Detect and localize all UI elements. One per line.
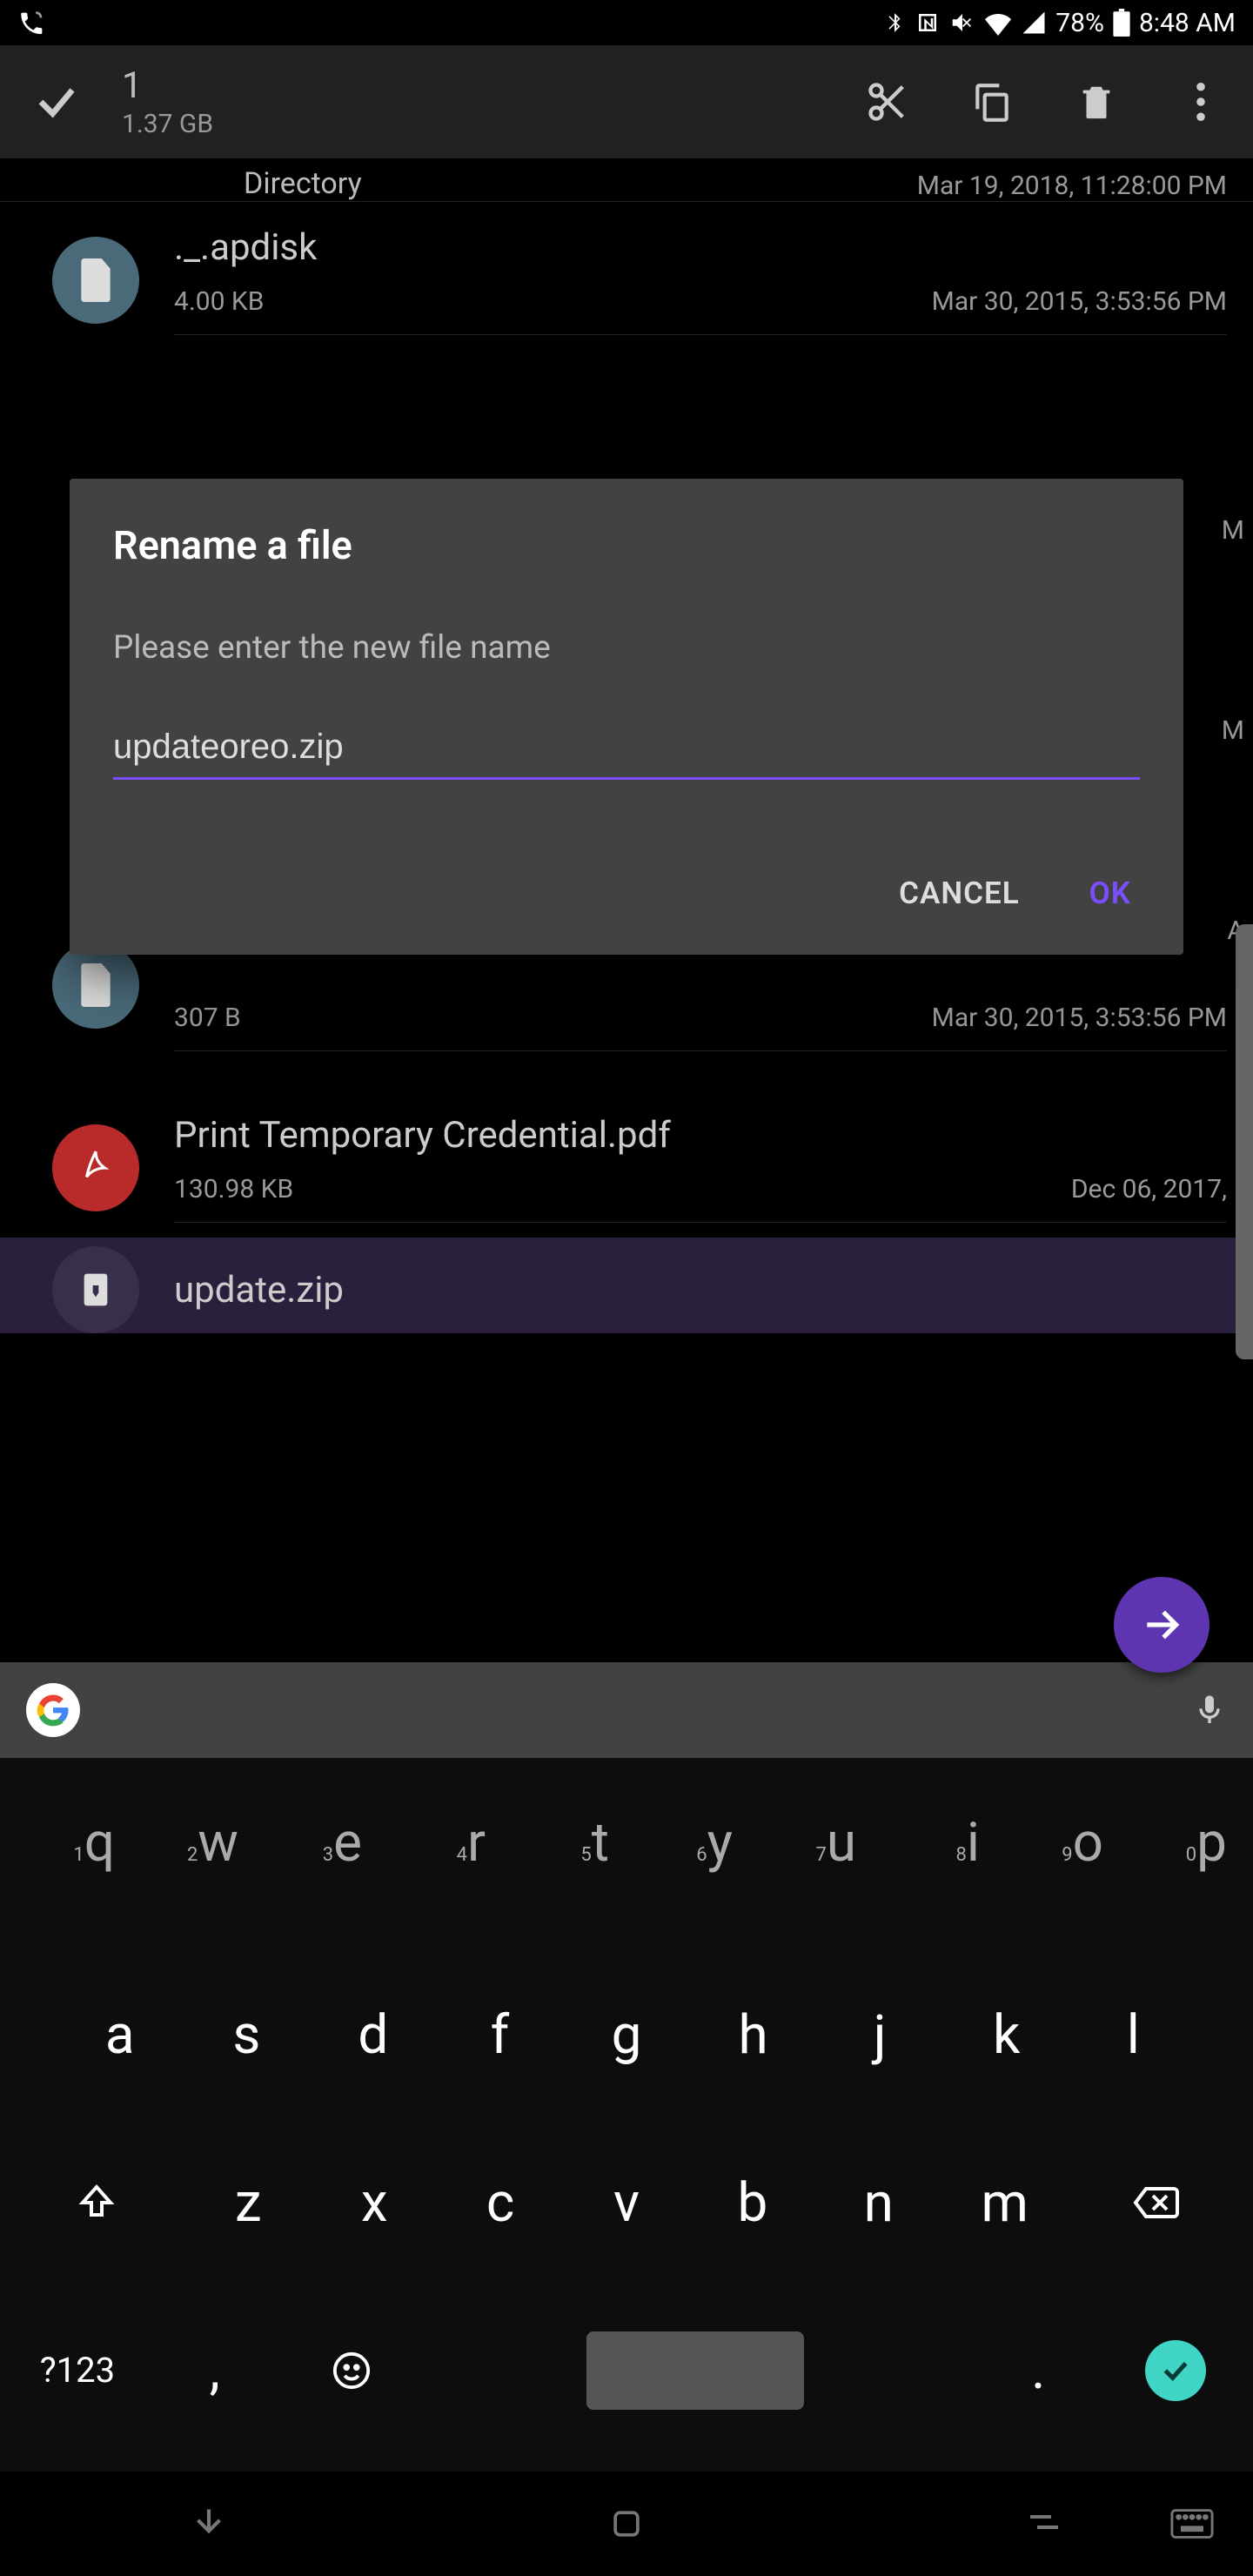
nfc-icon	[915, 10, 941, 36]
key-c[interactable]: c	[438, 2142, 564, 2264]
status-bar: 78% 8:48 AM	[0, 0, 1253, 45]
key-m[interactable]: m	[941, 2142, 1068, 2264]
rename-dialog: Rename a file Please enter the new file …	[70, 479, 1183, 955]
wifi-call-icon	[17, 8, 47, 37]
rename-input[interactable]	[113, 728, 1140, 767]
symbols-key[interactable]: ?123	[9, 2310, 146, 2432]
file-row-selected[interactable]: update.zip	[0, 1238, 1253, 1333]
key-w[interactable]: 2w	[132, 1807, 256, 1929]
file-size: 4.00 KB	[174, 286, 264, 317]
soft-keyboard[interactable]: 1q2w3e4r5t6y7u8i9o0p asdfghjkl zxcvbnm ?…	[0, 1758, 1253, 2472]
cut-button[interactable]	[861, 76, 914, 128]
file-date: Mar 30, 2015, 3:53:56 PM	[932, 1003, 1227, 1033]
key-n[interactable]: n	[815, 2142, 941, 2264]
key-r[interactable]: 4r	[379, 1807, 503, 1929]
file-name: Print Temporary Credential.pdf	[174, 1114, 1227, 1157]
cancel-button[interactable]: CANCEL	[890, 858, 1029, 929]
file-row[interactable]: ._.apdisk 4.00 KB Mar 30, 2015, 3:53:56 …	[0, 202, 1253, 350]
key-o[interactable]: 9o	[997, 1807, 1121, 1929]
file-name: update.zip	[174, 1269, 1227, 1311]
enter-key[interactable]	[1107, 2310, 1244, 2432]
bluetooth-icon	[883, 10, 906, 36]
comma-key[interactable]: ,	[146, 2310, 284, 2432]
file-icon	[52, 237, 139, 324]
selection-count: 1	[122, 64, 861, 107]
file-row[interactable]: Print Temporary Credential.pdf 130.98 KB…	[0, 1090, 1253, 1238]
copy-button[interactable]	[966, 76, 1018, 128]
dialog-message: Please enter the new file name	[113, 629, 1140, 667]
scrollbar-thumb[interactable]	[1236, 924, 1253, 1359]
key-k[interactable]: k	[943, 1975, 1070, 2096]
file-size: 130.98 KB	[174, 1174, 293, 1204]
mute-icon	[949, 10, 975, 36]
pdf-icon	[52, 1124, 139, 1211]
file-size: 307 B	[174, 1003, 241, 1033]
file-date: Mar 30, 2015, 3:53:56 PM	[932, 286, 1227, 317]
selection-size: 1.37 GB	[122, 109, 861, 139]
battery-icon	[1113, 9, 1130, 37]
home-button[interactable]	[592, 2502, 661, 2546]
key-y[interactable]: 6y	[626, 1807, 750, 1929]
clock-text: 8:48 AM	[1139, 8, 1236, 38]
key-g[interactable]: g	[563, 1975, 690, 2096]
key-f[interactable]: f	[437, 1975, 564, 2096]
emoji-key[interactable]	[284, 2310, 421, 2432]
backspace-key[interactable]	[1068, 2142, 1244, 2264]
battery-text: 78%	[1055, 8, 1104, 38]
navigation-bar	[0, 2472, 1253, 2576]
key-h[interactable]: h	[690, 1975, 817, 2096]
key-q[interactable]: 1q	[9, 1807, 132, 1929]
key-t[interactable]: 5t	[503, 1807, 626, 1929]
shift-key[interactable]	[9, 2142, 185, 2264]
archive-icon	[52, 1246, 139, 1333]
mic-icon[interactable]	[1192, 1689, 1227, 1731]
key-s[interactable]: s	[184, 1975, 311, 2096]
google-icon[interactable]	[26, 1683, 80, 1737]
fab-goto-button[interactable]	[1114, 1577, 1209, 1673]
key-j[interactable]: j	[816, 1975, 943, 2096]
hide-keyboard-button[interactable]	[174, 2502, 244, 2546]
key-v[interactable]: v	[564, 2142, 690, 2264]
key-b[interactable]: b	[689, 2142, 815, 2264]
file-row-partial[interactable]: Directory Mar 19, 2018, 11:28:00 PM	[0, 158, 1253, 202]
key-z[interactable]: z	[185, 2142, 312, 2264]
wifi-icon	[984, 10, 1012, 36]
ok-button[interactable]: OK	[1081, 858, 1140, 929]
file-row[interactable]: 307 B Mar 30, 2015, 3:53:56 PM	[0, 976, 1253, 1090]
key-i[interactable]: 8i	[874, 1807, 997, 1929]
file-date: Dec 06, 2017,	[1071, 1174, 1227, 1204]
key-u[interactable]: 7u	[750, 1807, 874, 1929]
done-selection-button[interactable]	[26, 71, 87, 132]
delete-button[interactable]	[1070, 76, 1122, 128]
recents-button[interactable]	[1009, 2502, 1079, 2546]
file-name: ._.apdisk	[174, 226, 1227, 269]
overflow-menu-button[interactable]	[1175, 76, 1227, 128]
keyboard-switch-button[interactable]	[1157, 2502, 1227, 2546]
keyboard-suggestion-bar[interactable]	[0, 1662, 1253, 1758]
key-l[interactable]: l	[1069, 1975, 1196, 2096]
selection-action-bar: 1 1.37 GB	[0, 45, 1253, 158]
period-key[interactable]: .	[969, 2310, 1107, 2432]
file-icon	[52, 942, 139, 1029]
key-p[interactable]: 0p	[1121, 1807, 1244, 1929]
signal-icon	[1021, 10, 1047, 36]
space-key[interactable]	[420, 2310, 969, 2432]
key-a[interactable]: a	[57, 1975, 184, 2096]
key-x[interactable]: x	[312, 2142, 438, 2264]
key-e[interactable]: 3e	[256, 1807, 379, 1929]
key-d[interactable]: d	[310, 1975, 437, 2096]
dialog-title: Rename a file	[113, 522, 1140, 568]
